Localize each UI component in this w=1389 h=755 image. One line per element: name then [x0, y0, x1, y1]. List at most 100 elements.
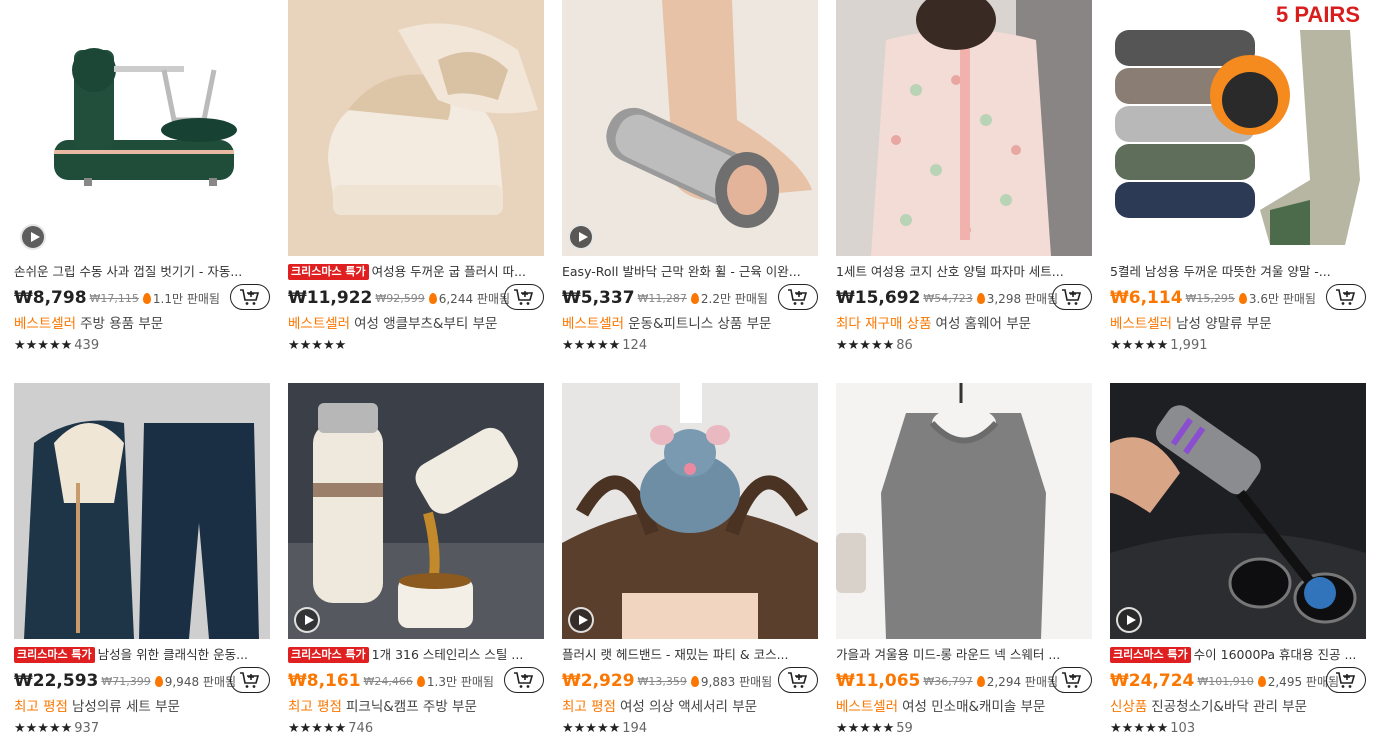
add-to-cart-button[interactable] — [1052, 284, 1092, 310]
product-image[interactable] — [288, 383, 544, 639]
sold-count: 3,298 판매됨 — [986, 291, 1059, 306]
product-image[interactable] — [836, 383, 1092, 639]
video-play-icon[interactable] — [294, 607, 320, 633]
add-to-cart-button[interactable] — [778, 667, 818, 693]
category-label: 남성 양말류 부문 — [1176, 316, 1272, 332]
product-badge: 베스트셀러 — [562, 316, 625, 332]
product-title[interactable]: 손쉬운 그립 수동 사과 껍질 벗기기 - 자동... — [14, 262, 270, 282]
sold-count: 2,294 판매됨 — [986, 674, 1059, 689]
product-card[interactable]: Easy-Roll 발바닥 근막 완화 휠 - 근육 이완... ₩5,337 … — [562, 0, 818, 357]
add-to-cart-button[interactable] — [230, 667, 270, 693]
add-to-cart-button[interactable] — [230, 284, 270, 310]
product-badge: 베스트셀러 — [288, 316, 351, 332]
apple-peeler-image — [14, 0, 270, 256]
video-play-icon[interactable] — [568, 607, 594, 633]
sale-price: ₩24,724 — [1110, 671, 1195, 691]
video-play-icon[interactable] — [1116, 607, 1142, 633]
product-image[interactable] — [1110, 383, 1366, 639]
rating-row: ★★★★★ 194 — [562, 718, 818, 740]
product-card[interactable]: 가을과 겨울용 미드-롱 라운드 넥 스웨터 ... ₩11,065 ₩36,7… — [836, 383, 1092, 740]
cart-plus-icon — [240, 289, 260, 305]
flame-icon — [154, 675, 163, 687]
price-row: ₩24,724 ₩101,910 2,495 판매됨 — [1110, 667, 1366, 694]
price-row: ₩11,922 ₩92,599 6,244 판매됨 — [288, 284, 544, 311]
rating-stars: ★★★★★ — [1110, 721, 1169, 736]
product-badge: 베스트셀러 — [836, 699, 899, 715]
christmas-deal-badge: 크리스마스 특가 — [288, 264, 369, 280]
product-image[interactable] — [562, 383, 818, 639]
car-vacuum-image — [1110, 383, 1366, 639]
product-title[interactable]: Easy-Roll 발바닥 근막 완화 휠 - 근육 이완... — [562, 262, 818, 282]
original-price: ₩101,910 — [1197, 674, 1254, 688]
product-title[interactable]: 크리스마스 특가 남성을 위한 클래식한 운동... — [14, 645, 270, 665]
product-card[interactable]: 1세트 여성용 코지 산호 양털 파자마 세트... ₩15,692 ₩54,7… — [836, 0, 1092, 357]
product-image[interactable] — [288, 0, 544, 256]
thermos-image — [288, 383, 544, 639]
add-to-cart-button[interactable] — [778, 284, 818, 310]
add-to-cart-button[interactable] — [1326, 284, 1366, 310]
product-card[interactable]: 크리스마스 특가 1개 316 스테인리스 스틸 ... ₩8,161 ₩24,4… — [288, 383, 544, 740]
flame-icon — [690, 292, 699, 304]
rating-row: ★★★★★ 746 — [288, 718, 544, 740]
flame-icon — [976, 292, 985, 304]
rating-row: ★★★★★ — [288, 335, 544, 357]
sale-price: ₩22,593 — [14, 671, 99, 691]
category-row[interactable]: 신상품 진공청소기&바닥 관리 부문 — [1110, 696, 1366, 718]
rating-stars: ★★★★★ — [14, 721, 73, 736]
product-badge: 최고 평점 — [562, 699, 616, 715]
category-label: 여성 앵클부츠&부티 부문 — [354, 316, 498, 332]
original-price: ₩36,797 — [923, 674, 973, 688]
sale-price: ₩11,922 — [288, 288, 373, 308]
product-image[interactable] — [562, 0, 818, 256]
product-title[interactable]: 크리스마스 특가 1개 316 스테인리스 스틸 ... — [288, 645, 544, 665]
rating-row: ★★★★★ 86 — [836, 335, 1092, 357]
add-to-cart-button[interactable] — [504, 284, 544, 310]
category-row[interactable]: 베스트셀러 남성 양말류 부문 — [1110, 313, 1366, 335]
product-title[interactable]: 1세트 여성용 코지 산호 양털 파자마 세트... — [836, 262, 1092, 282]
sale-price: ₩8,161 — [288, 671, 361, 691]
product-title[interactable]: 5켤레 남성용 두꺼운 따뜻한 겨울 양말 -... — [1110, 262, 1366, 282]
product-title[interactable]: 가을과 겨울용 미드-롱 라운드 넥 스웨터 ... — [836, 645, 1092, 665]
cart-plus-icon — [788, 289, 808, 305]
product-image[interactable] — [14, 383, 270, 639]
sold-count: 6,244 판매됨 — [438, 291, 511, 306]
product-card[interactable]: 플러시 랫 헤드밴드 - 재밌는 파티 & 코스... ₩2,929 ₩13,3… — [562, 383, 818, 740]
category-row[interactable]: 베스트셀러 운동&피트니스 상품 부문 — [562, 313, 818, 335]
add-to-cart-button[interactable] — [1326, 667, 1366, 693]
product-title[interactable]: 크리스마스 특가 여성용 두꺼운 굽 플러시 따... — [288, 262, 544, 282]
category-row[interactable]: 최고 평점 피크닉&캠프 주방 부문 — [288, 696, 544, 718]
category-label: 피크닉&캠프 주방 부문 — [345, 699, 477, 715]
sold-count: 9,948 판매됨 — [164, 674, 237, 689]
add-to-cart-button[interactable] — [1052, 667, 1092, 693]
category-row[interactable]: 최고 평점 여성 의상 액세서리 부문 — [562, 696, 818, 718]
category-row[interactable]: 베스트셀러 여성 민소매&캐미솔 부문 — [836, 696, 1092, 718]
cart-plus-icon — [1062, 289, 1082, 305]
product-title[interactable]: 플러시 랫 헤드밴드 - 재밌는 파티 & 코스... — [562, 645, 818, 665]
video-play-icon[interactable] — [20, 224, 46, 250]
category-row[interactable]: 최다 재구매 상품 여성 홈웨어 부문 — [836, 313, 1092, 335]
product-card[interactable]: 5 PAIRS 5켤레 남성용 두꺼운 따뜻한 겨울 양말 -... ₩6,11… — [1110, 0, 1366, 357]
cart-plus-icon — [514, 672, 534, 688]
product-image[interactable]: 5 PAIRS — [1110, 0, 1366, 256]
foot-roller-image — [562, 0, 818, 256]
add-to-cart-button[interactable] — [504, 667, 544, 693]
price-row: ₩8,161 ₩24,466 1.3만 판매됨 — [288, 667, 544, 694]
product-title[interactable]: 크리스마스 특가 수이 16000Pa 휴대용 진공 ... — [1110, 645, 1366, 665]
pajamas-image — [836, 0, 1092, 256]
category-row[interactable]: 베스트셀러 주방 용품 부문 — [14, 313, 270, 335]
video-play-icon[interactable] — [568, 224, 594, 250]
product-card[interactable]: 손쉬운 그립 수동 사과 껍질 벗기기 - 자동... ₩8,798 ₩17,1… — [14, 0, 270, 357]
product-card[interactable]: 크리스마스 특가 여성용 두꺼운 굽 플러시 따... ₩11,922 ₩92,5… — [288, 0, 544, 357]
rat-headband-image — [562, 383, 818, 639]
product-card[interactable]: 크리스마스 특가 수이 16000Pa 휴대용 진공 ... ₩24,724 ₩1… — [1110, 383, 1366, 740]
category-row[interactable]: 베스트셀러 여성 앵클부츠&부티 부문 — [288, 313, 544, 335]
cart-plus-icon — [1062, 672, 1082, 688]
original-price: ₩71,399 — [101, 674, 151, 688]
christmas-deal-badge: 크리스마스 특가 — [288, 647, 369, 663]
product-image[interactable] — [14, 0, 270, 256]
sweater-vest-image — [836, 383, 1092, 639]
category-row[interactable]: 최고 평점 남성의류 세트 부문 — [14, 696, 270, 718]
product-card[interactable]: 크리스마스 특가 남성을 위한 클래식한 운동... ₩22,593 ₩71,39… — [14, 383, 270, 740]
sold-count: 9,883 판매됨 — [700, 674, 773, 689]
product-image[interactable] — [836, 0, 1092, 256]
